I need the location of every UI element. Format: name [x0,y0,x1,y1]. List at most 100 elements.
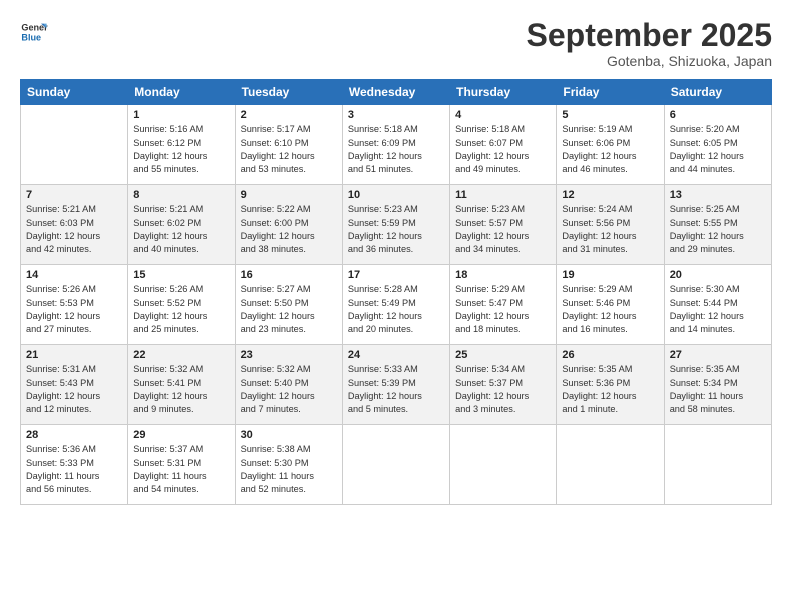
day-info: Sunrise: 5:24 AM Sunset: 5:56 PM Dayligh… [562,203,658,256]
table-row: 8 Sunrise: 5:21 AM Sunset: 6:02 PM Daylig… [128,185,235,265]
day-info: Sunrise: 5:21 AM Sunset: 6:02 PM Dayligh… [133,203,229,256]
day-number: 24 [348,349,444,361]
table-row: 18 Sunrise: 5:29 AM Sunset: 5:47 PM Dayli… [450,265,557,345]
table-row: 12 Sunrise: 5:24 AM Sunset: 5:56 PM Dayli… [557,185,664,265]
day-number: 22 [133,349,229,361]
table-row [21,105,128,185]
day-number: 9 [241,189,337,201]
weekday-header-row: Sunday Monday Tuesday Wednesday Thursday… [21,80,772,105]
day-info: Sunrise: 5:23 AM Sunset: 5:59 PM Dayligh… [348,203,444,256]
table-row [664,425,771,505]
day-info: Sunrise: 5:26 AM Sunset: 5:52 PM Dayligh… [133,283,229,336]
table-row: 29 Sunrise: 5:37 AM Sunset: 5:31 PM Dayli… [128,425,235,505]
table-row: 17 Sunrise: 5:28 AM Sunset: 5:49 PM Dayli… [342,265,449,345]
day-number: 21 [26,349,122,361]
day-info: Sunrise: 5:32 AM Sunset: 5:40 PM Dayligh… [241,363,337,416]
table-row: 27Sunrise: 5:35 AM Sunset: 5:34 PM Dayli… [664,345,771,425]
day-number: 17 [348,269,444,281]
day-info: Sunrise: 5:17 AM Sunset: 6:10 PM Dayligh… [241,123,337,176]
day-info: Sunrise: 5:23 AM Sunset: 5:57 PM Dayligh… [455,203,551,256]
day-info: Sunrise: 5:16 AM Sunset: 6:12 PM Dayligh… [133,123,229,176]
table-row: 1 Sunrise: 5:16 AM Sunset: 6:12 PM Daylig… [128,105,235,185]
table-row: 20 Sunrise: 5:30 AM Sunset: 5:44 PM Dayli… [664,265,771,345]
table-row: 4 Sunrise: 5:18 AM Sunset: 6:07 PM Daylig… [450,105,557,185]
day-number: 18 [455,269,551,281]
day-info: Sunrise: 5:36 AM Sunset: 5:33 PM Dayligh… [26,443,122,496]
table-row: 30 Sunrise: 5:38 AM Sunset: 5:30 PM Dayli… [235,425,342,505]
table-row: 9 Sunrise: 5:22 AM Sunset: 6:00 PM Daylig… [235,185,342,265]
day-info: Sunrise: 5:27 AM Sunset: 5:50 PM Dayligh… [241,283,337,336]
day-info: Sunrise: 5:29 AM Sunset: 5:47 PM Dayligh… [455,283,551,336]
day-number: 10 [348,189,444,201]
day-number: 28 [26,429,122,441]
table-row: 3 Sunrise: 5:18 AM Sunset: 6:09 PM Daylig… [342,105,449,185]
header-wednesday: Wednesday [342,80,449,105]
day-number: 12 [562,189,658,201]
day-info: Sunrise: 5:18 AM Sunset: 6:07 PM Dayligh… [455,123,551,176]
day-info: Sunrise: 5:26 AM Sunset: 5:53 PM Dayligh… [26,283,122,336]
calendar-table: Sunday Monday Tuesday Wednesday Thursday… [20,79,772,505]
day-number: 2 [241,109,337,121]
day-info: Sunrise: 5:38 AM Sunset: 5:30 PM Dayligh… [241,443,337,496]
header-thursday: Thursday [450,80,557,105]
header-friday: Friday [557,80,664,105]
table-row: 28 Sunrise: 5:36 AM Sunset: 5:33 PM Dayli… [21,425,128,505]
day-number: 16 [241,269,337,281]
svg-text:Blue: Blue [21,32,41,42]
day-number: 7 [26,189,122,201]
table-row: 26 Sunrise: 5:35 AM Sunset: 5:36 PM Dayli… [557,345,664,425]
day-number: 20 [670,269,766,281]
day-number: 11 [455,189,551,201]
day-number: 13 [670,189,766,201]
table-row: 21 Sunrise: 5:31 AM Sunset: 5:43 PM Dayli… [21,345,128,425]
header-saturday: Saturday [664,80,771,105]
header-tuesday: Tuesday [235,80,342,105]
day-number: 29 [133,429,229,441]
day-info: Sunrise: 5:35 AM Sunset: 5:34 PM Dayligh… [670,363,766,416]
day-info: Sunrise: 5:21 AM Sunset: 6:03 PM Dayligh… [26,203,122,256]
day-info: Sunrise: 5:19 AM Sunset: 6:06 PM Dayligh… [562,123,658,176]
logo-icon: General Blue [20,18,48,46]
day-number: 4 [455,109,551,121]
header-monday: Monday [128,80,235,105]
table-row: 11 Sunrise: 5:23 AM Sunset: 5:57 PM Dayli… [450,185,557,265]
table-row: 2 Sunrise: 5:17 AM Sunset: 6:10 PM Daylig… [235,105,342,185]
table-row: 5Sunrise: 5:19 AM Sunset: 6:06 PM Daylig… [557,105,664,185]
day-number: 23 [241,349,337,361]
title-block: September 2025 Gotenba, Shizuoka, Japan [527,18,772,69]
day-info: Sunrise: 5:32 AM Sunset: 5:41 PM Dayligh… [133,363,229,416]
day-info: Sunrise: 5:18 AM Sunset: 6:09 PM Dayligh… [348,123,444,176]
day-info: Sunrise: 5:33 AM Sunset: 5:39 PM Dayligh… [348,363,444,416]
subtitle: Gotenba, Shizuoka, Japan [527,53,772,69]
table-row [557,425,664,505]
table-row: 25Sunrise: 5:34 AM Sunset: 5:37 PM Dayli… [450,345,557,425]
day-number: 3 [348,109,444,121]
day-info: Sunrise: 5:28 AM Sunset: 5:49 PM Dayligh… [348,283,444,336]
table-row: 24 Sunrise: 5:33 AM Sunset: 5:39 PM Dayli… [342,345,449,425]
table-row: 15 Sunrise: 5:26 AM Sunset: 5:52 PM Dayli… [128,265,235,345]
day-number: 6 [670,109,766,121]
day-number: 1 [133,109,229,121]
table-row: 7 Sunrise: 5:21 AM Sunset: 6:03 PM Daylig… [21,185,128,265]
table-row: 6Sunrise: 5:20 AM Sunset: 6:05 PM Daylig… [664,105,771,185]
day-info: Sunrise: 5:35 AM Sunset: 5:36 PM Dayligh… [562,363,658,416]
day-info: Sunrise: 5:31 AM Sunset: 5:43 PM Dayligh… [26,363,122,416]
day-number: 15 [133,269,229,281]
day-number: 30 [241,429,337,441]
header: General Blue September 2025 Gotenba, Shi… [20,18,772,69]
logo: General Blue [20,18,48,46]
day-info: Sunrise: 5:37 AM Sunset: 5:31 PM Dayligh… [133,443,229,496]
day-info: Sunrise: 5:30 AM Sunset: 5:44 PM Dayligh… [670,283,766,336]
day-number: 8 [133,189,229,201]
table-row: 22 Sunrise: 5:32 AM Sunset: 5:41 PM Dayli… [128,345,235,425]
table-row: 14 Sunrise: 5:26 AM Sunset: 5:53 PM Dayli… [21,265,128,345]
table-row [450,425,557,505]
day-info: Sunrise: 5:29 AM Sunset: 5:46 PM Dayligh… [562,283,658,336]
table-row: 10 Sunrise: 5:23 AM Sunset: 5:59 PM Dayli… [342,185,449,265]
table-row: 13Sunrise: 5:25 AM Sunset: 5:55 PM Dayli… [664,185,771,265]
day-info: Sunrise: 5:22 AM Sunset: 6:00 PM Dayligh… [241,203,337,256]
table-row: 19Sunrise: 5:29 AM Sunset: 5:46 PM Dayli… [557,265,664,345]
day-number: 26 [562,349,658,361]
day-number: 14 [26,269,122,281]
table-row [342,425,449,505]
